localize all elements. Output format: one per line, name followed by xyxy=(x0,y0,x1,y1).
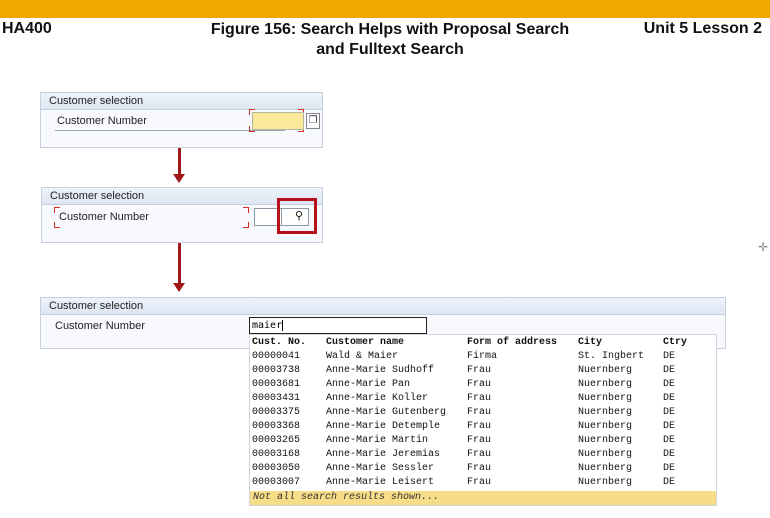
table-cell: Anne-Marie Leisert xyxy=(326,476,435,488)
table-cell: 00003681 xyxy=(252,378,301,390)
table-row[interactable]: 00003265 Anne-Marie Martin Frau Nuernberg DE xyxy=(252,433,703,447)
results-header-row: Cust. No. Customer name Form of address … xyxy=(252,336,703,349)
table-cell: Anne-Marie Koller xyxy=(326,392,429,404)
table-row[interactable]: 00003368 Anne-Marie Detemple Frau Nuernberg… xyxy=(252,419,703,433)
arrow-shaft xyxy=(178,148,181,174)
table-cell: DE xyxy=(663,476,676,488)
table-cell: Frau xyxy=(467,420,492,432)
arrow-down-icon xyxy=(173,174,185,183)
mouse-cursor-icon: ✛ xyxy=(758,240,769,254)
table-cell: Anne-Marie Gutenberg xyxy=(326,406,447,418)
table-cell: Anne-Marie Jeremias xyxy=(326,448,441,460)
table-row[interactable]: 00003007 Anne-Marie Leisert Frau Nuernberg D… xyxy=(252,475,703,489)
value-help-icon[interactable]: ❐ xyxy=(306,113,320,129)
search-value: maier xyxy=(252,320,283,331)
table-cell: DE xyxy=(663,350,676,362)
table-cell: 00000041 xyxy=(252,350,301,362)
column-header[interactable]: City xyxy=(578,336,663,349)
table-row[interactable]: 00003431 Anne-Marie Koller Frau Nuernberg DE xyxy=(252,391,703,405)
customer-number-input[interactable] xyxy=(252,112,304,130)
table-cell: Nuernberg xyxy=(578,434,633,446)
table-cell: Anne-Marie Sudhoff xyxy=(326,364,435,376)
table-cell: St. Ingbert xyxy=(578,350,645,362)
search-results-list: Cust. No. Customer name Form of address … xyxy=(249,334,717,506)
table-cell: DE xyxy=(663,406,676,418)
table-cell: DE xyxy=(663,392,676,404)
table-cell: 00003050 xyxy=(252,462,301,474)
table-cell: 00003368 xyxy=(252,420,301,432)
table-cell: Frau xyxy=(467,462,492,474)
required-bracket xyxy=(243,207,249,213)
table-cell: Frau xyxy=(467,364,492,376)
table-cell: Nuernberg xyxy=(578,392,633,404)
column-header[interactable]: Cust. No. xyxy=(252,336,326,349)
arrow-shaft xyxy=(178,243,181,283)
panel-title: Customer selection xyxy=(41,298,725,315)
table-cell: Nuernberg xyxy=(578,462,633,474)
panel-title: Customer selection xyxy=(41,93,322,110)
table-cell: Nuernberg xyxy=(578,364,633,376)
table-cell: DE xyxy=(663,378,676,390)
table-cell: Anne-Marie Detemple xyxy=(326,420,441,432)
table-cell: Anne-Marie Sessler xyxy=(326,462,435,474)
table-row[interactable]: 00003738 Anne-Marie Sudhoff Frau Nuernberg D… xyxy=(252,363,703,377)
column-header[interactable]: Ctry xyxy=(663,336,703,349)
table-cell: 00003375 xyxy=(252,406,301,418)
text-cursor xyxy=(282,319,284,331)
column-header[interactable]: Form of address xyxy=(467,336,578,349)
figure-title-line2: and Fulltext Search xyxy=(316,41,464,58)
results-table: Cust. No. Customer name Form of address … xyxy=(252,336,703,489)
table-cell: 00003007 xyxy=(252,476,301,488)
fulltext-search-input[interactable]: maier xyxy=(249,317,427,334)
table-row[interactable]: 00003050 Anne-Marie Sessler Frau Nuernberg D… xyxy=(252,461,703,475)
table-cell: Frau xyxy=(467,392,492,404)
required-bracket xyxy=(54,222,60,228)
results-truncated-note: Not all search results shown... xyxy=(250,491,716,505)
customer-number-label: Customer Number xyxy=(57,115,147,127)
table-cell: Frau xyxy=(467,476,492,488)
table-cell: 00003168 xyxy=(252,448,301,460)
table-cell: DE xyxy=(663,448,676,460)
customer-number-label: Customer Number xyxy=(59,211,149,223)
table-row[interactable]: 00000041 Wald & Maier Firma St. Ingbert DE xyxy=(252,349,703,363)
table-cell: Nuernberg xyxy=(578,406,633,418)
required-bracket xyxy=(243,222,249,228)
table-cell: Frau xyxy=(467,448,492,460)
table-cell: Wald & Maier xyxy=(326,350,399,362)
table-cell: 00003265 xyxy=(252,434,301,446)
table-cell: Anne-Marie Martin xyxy=(326,434,429,446)
figure-title: Figure 156: Search Helps with Proposal S… xyxy=(180,20,600,60)
table-cell: Frau xyxy=(467,434,492,446)
table-cell: Frau xyxy=(467,378,492,390)
figure-title-line1: Figure 156: Search Helps with Proposal S… xyxy=(210,21,570,38)
table-row[interactable]: 00003681 Anne-Marie Pan Frau Nuernberg DE xyxy=(252,377,703,391)
search-highlight-box xyxy=(277,198,317,234)
table-cell: DE xyxy=(663,420,676,432)
required-bracket xyxy=(54,207,60,213)
table-cell: 00003738 xyxy=(252,364,301,376)
table-cell: Firma xyxy=(467,350,498,362)
unit-lesson: Unit 5 Lesson 2 xyxy=(643,20,762,37)
table-row[interactable]: 00003168 Anne-Marie Jeremias Frau Nuernberg… xyxy=(252,447,703,461)
table-cell: Nuernberg xyxy=(578,448,633,460)
table-cell: DE xyxy=(663,434,676,446)
table-cell: DE xyxy=(663,364,676,376)
table-cell: DE xyxy=(663,462,676,474)
table-cell: Frau xyxy=(467,406,492,418)
table-cell: Nuernberg xyxy=(578,378,633,390)
accent-bar xyxy=(0,0,770,18)
column-header[interactable]: Customer name xyxy=(326,336,467,349)
customer-number-label: Customer Number xyxy=(55,320,145,332)
arrow-down-icon xyxy=(173,283,185,292)
table-cell: Nuernberg xyxy=(578,420,633,432)
course-code: HA400 xyxy=(2,20,52,37)
table-row[interactable]: 00003375 Anne-Marie Gutenberg Frau Nuernber… xyxy=(252,405,703,419)
table-cell: Anne-Marie Pan xyxy=(326,378,411,390)
table-cell: Nuernberg xyxy=(578,476,633,488)
table-cell: 00003431 xyxy=(252,392,301,404)
